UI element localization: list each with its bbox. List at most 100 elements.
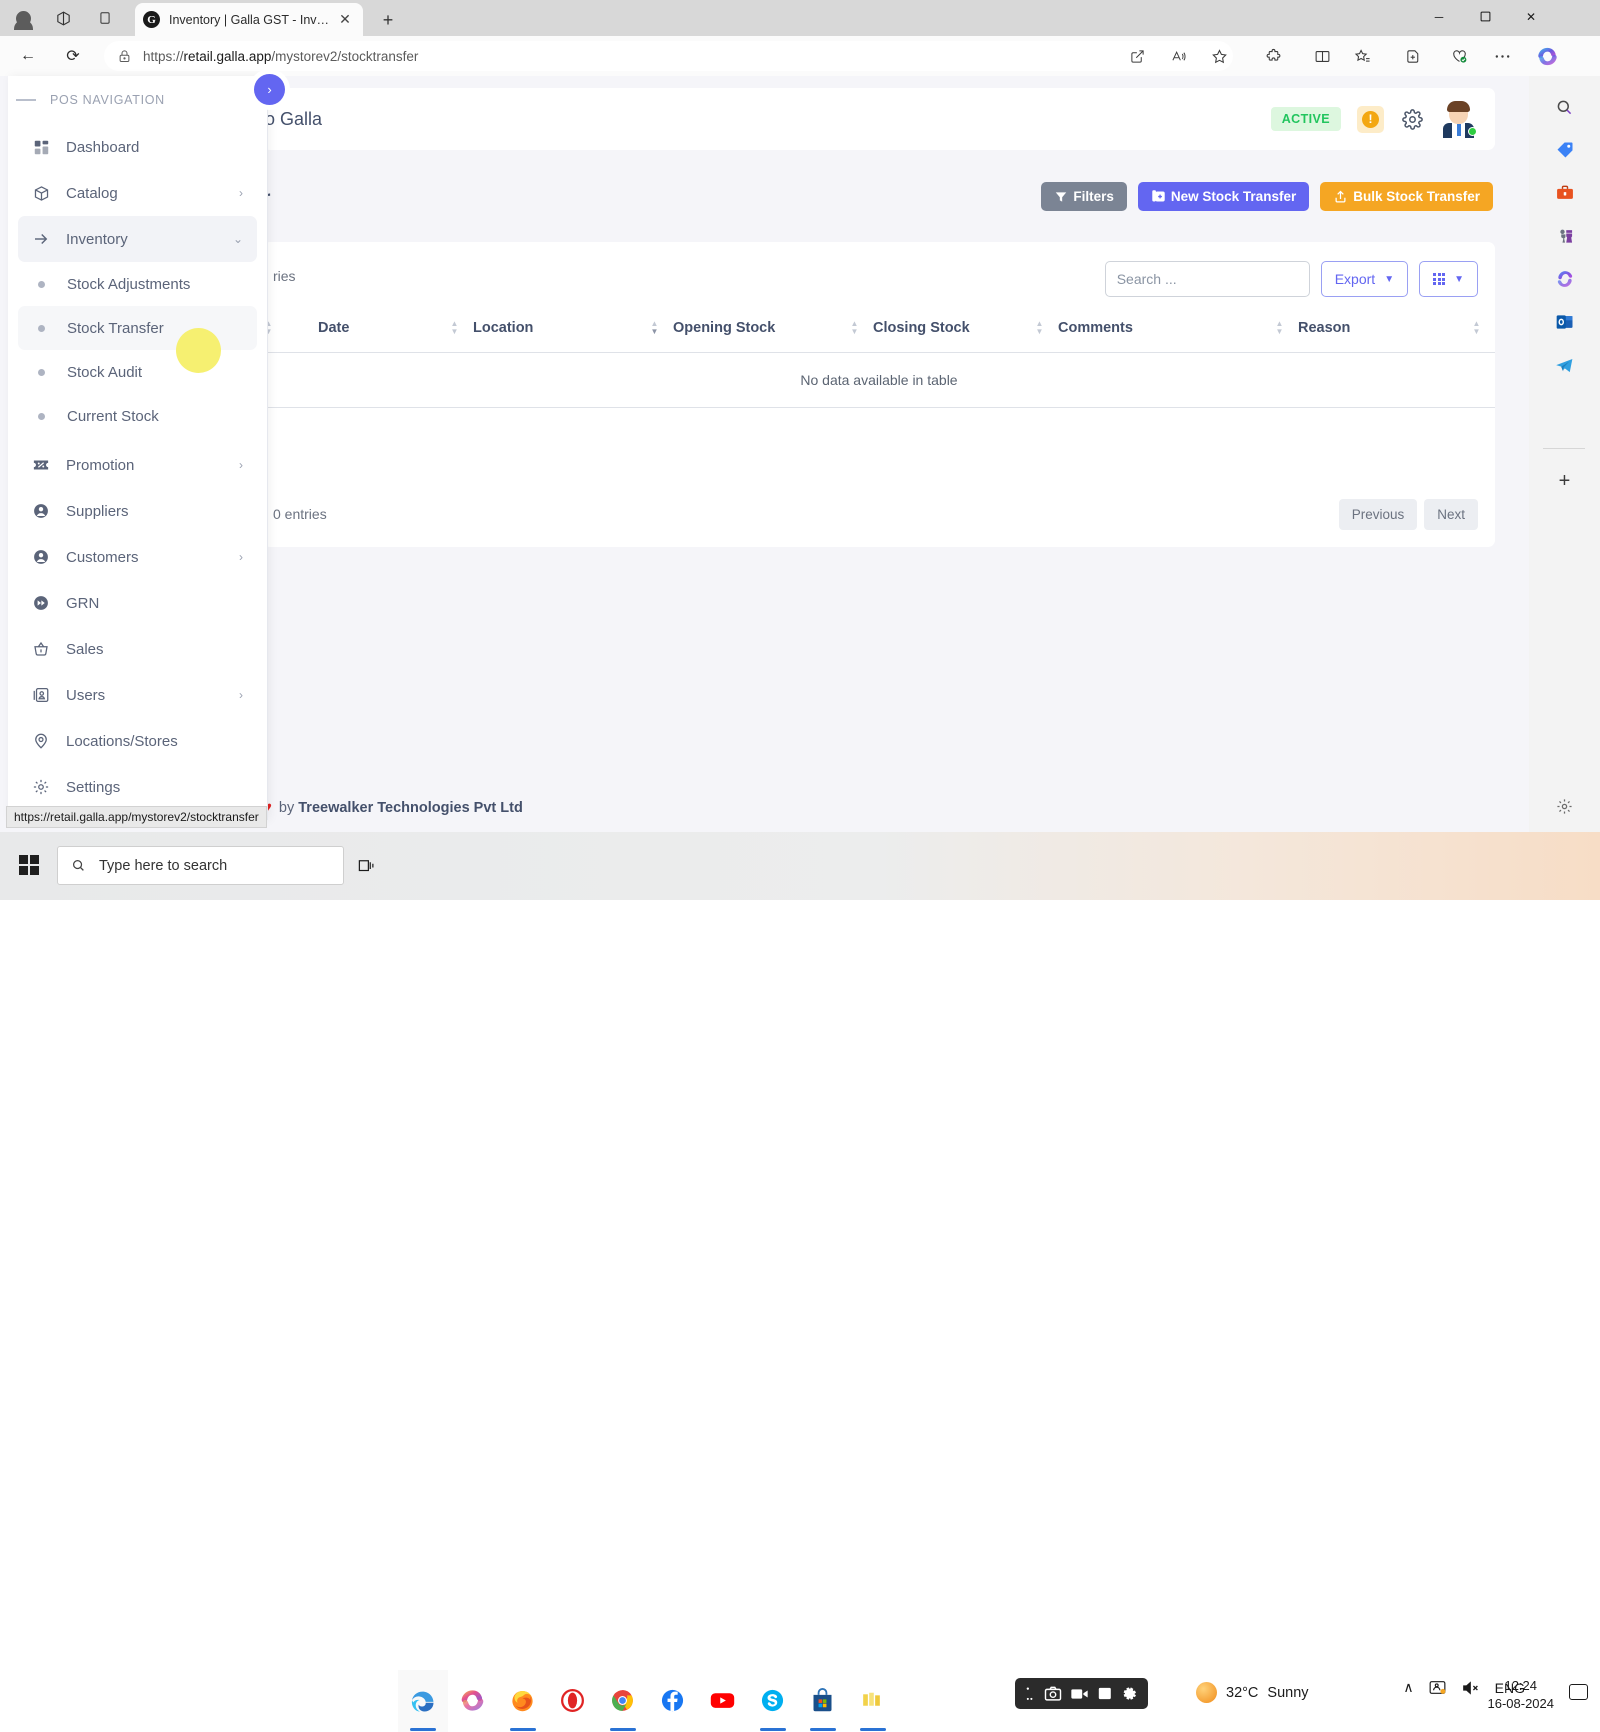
back-button[interactable]: ←: [13, 41, 43, 71]
filters-button[interactable]: Filters: [1041, 182, 1127, 211]
browser-essentials-icon[interactable]: [1447, 44, 1471, 68]
col-reason[interactable]: Reason ▲ ▼: [1298, 314, 1495, 353]
taskbar-search[interactable]: Type here to search: [57, 846, 344, 885]
onedrive-icon[interactable]: [1428, 1679, 1447, 1696]
arrow-right-icon: [30, 228, 52, 250]
split-screen-icon[interactable]: [1310, 44, 1334, 68]
sidebar-item-inventory[interactable]: Inventory ⌄: [18, 216, 257, 262]
sidebar-toggle-button[interactable]: ›: [254, 74, 285, 105]
window-maximize-button[interactable]: [1462, 0, 1508, 33]
outlook-icon[interactable]: [1552, 309, 1578, 335]
export-button[interactable]: Export ▼: [1320, 261, 1409, 297]
capture-more-icon[interactable]: [1025, 1686, 1036, 1702]
col-closing-stock[interactable]: Closing Stock ▲ ▼: [873, 314, 1058, 353]
card-controls: ries Export ▼ ▼: [263, 242, 1495, 314]
favorite-star-icon[interactable]: [1207, 44, 1231, 68]
taskbar-app-edge[interactable]: [398, 1670, 448, 1732]
search-input[interactable]: [1104, 261, 1310, 297]
add-icon[interactable]: +: [1552, 468, 1578, 494]
sidebar-item-locations-stores[interactable]: Locations/Stores: [18, 718, 257, 764]
workspaces-icon[interactable]: [48, 3, 78, 33]
tools-icon[interactable]: [1552, 180, 1578, 206]
sidebar-item-grn[interactable]: GRN: [18, 580, 257, 626]
profile-icon[interactable]: [8, 3, 38, 33]
next-page-button[interactable]: Next: [1424, 499, 1478, 530]
col-opening-stock[interactable]: Opening Stock ▲ ▼: [673, 314, 873, 353]
telegram-icon[interactable]: [1552, 352, 1578, 378]
shopping-tag-icon[interactable]: [1552, 137, 1578, 163]
taskbar-app-firefox[interactable]: [498, 1670, 548, 1732]
sidebar-item-customers[interactable]: Customers ›: [18, 534, 257, 580]
gear-icon[interactable]: [1400, 107, 1424, 131]
sort-icon: ▲ ▼: [450, 319, 459, 337]
sidebar-subitem-current-stock[interactable]: Current Stock: [18, 394, 257, 438]
settings-icon[interactable]: [1122, 1686, 1138, 1702]
col-leading-sort[interactable]: ▲ ▼: [263, 314, 318, 353]
sidebar-settings-icon[interactable]: [1553, 794, 1577, 818]
taskbar-app-skype[interactable]: [748, 1670, 798, 1732]
notifications-icon[interactable]: [1569, 1684, 1588, 1700]
sidebar-item-users[interactable]: Users ›: [18, 672, 257, 718]
read-aloud-icon[interactable]: [1166, 44, 1190, 68]
avatar[interactable]: [1440, 100, 1477, 138]
tab-close-icon[interactable]: ✕: [335, 10, 355, 30]
col-opening-stock-label: Opening Stock: [673, 320, 776, 337]
taskbar-app-facebook[interactable]: [648, 1670, 698, 1732]
new-tab-button[interactable]: +: [375, 8, 401, 32]
reload-button[interactable]: ⟳: [58, 41, 88, 71]
taskbar-clock[interactable]: 12:24 16-08-2024: [1488, 1677, 1555, 1712]
taskbar-app-copilot[interactable]: [448, 1670, 498, 1732]
settings-more-icon[interactable]: [1490, 44, 1514, 68]
taskbar-app-opera[interactable]: [548, 1670, 598, 1732]
extensions-icon[interactable]: [1261, 44, 1285, 68]
sidebar-subitem-stock-audit[interactable]: Stock Audit: [18, 350, 257, 394]
bulk-stock-transfer-button[interactable]: Bulk Stock Transfer: [1320, 182, 1493, 211]
new-stock-transfer-button[interactable]: New Stock Transfer: [1137, 182, 1310, 211]
grid-icon: [1433, 273, 1446, 285]
volume-muted-icon[interactable]: [1461, 1680, 1481, 1696]
games-icon[interactable]: [1552, 223, 1578, 249]
tab-actions-icon[interactable]: [90, 3, 120, 33]
add-to-collection-icon[interactable]: [1401, 44, 1425, 68]
microsoft-365-icon[interactable]: [1552, 266, 1578, 292]
copilot-icon[interactable]: [1533, 42, 1561, 70]
browser-tab[interactable]: G Inventory | Galla GST - Inventory ✕: [135, 3, 363, 36]
open-in-app-icon[interactable]: [1125, 44, 1149, 68]
card-footer: 0 entries Previous Next: [263, 487, 1495, 547]
edge-icon: [409, 1687, 437, 1715]
task-view-icon[interactable]: [353, 854, 379, 878]
new-stock-transfer-label: New Stock Transfer: [1170, 189, 1297, 204]
col-location[interactable]: Location ▲ ▼: [473, 314, 673, 353]
tray-chevron-up-icon[interactable]: ∧: [1403, 1679, 1413, 1696]
video-icon[interactable]: [1070, 1687, 1089, 1701]
sidebar-item-dashboard[interactable]: Dashboard: [18, 124, 257, 170]
search-icon[interactable]: [1552, 94, 1578, 120]
taskbar-app-other[interactable]: [848, 1670, 898, 1732]
copilot-icon: [459, 1687, 487, 1715]
collections-icon[interactable]: [1350, 44, 1374, 68]
address-bar[interactable]: https://retail.galla.app/mystorev2/stock…: [104, 41, 1233, 71]
opera-icon: [559, 1687, 587, 1715]
sidebar-item-promotion[interactable]: Promotion ›: [18, 442, 257, 488]
camera-icon[interactable]: [1044, 1686, 1062, 1701]
col-comments[interactable]: Comments ▲ ▼: [1058, 314, 1298, 353]
sidebar-subitem-stock-adjustments[interactable]: Stock Adjustments: [18, 262, 257, 306]
previous-page-button[interactable]: Previous: [1338, 499, 1418, 530]
taskbar-app-microsoft-store[interactable]: [798, 1670, 848, 1732]
sidebar-item-settings[interactable]: Settings: [18, 764, 257, 810]
sidebar-subitem-stock-transfer[interactable]: Stock Transfer: [18, 306, 257, 350]
sidebar-item-suppliers[interactable]: Suppliers: [18, 488, 257, 534]
weather-widget[interactable]: 32°C Sunny: [1196, 1682, 1309, 1703]
col-date[interactable]: Date ▲ ▼: [318, 314, 473, 353]
window-close-button[interactable]: ✕: [1508, 0, 1554, 33]
entries-info: 0 entries: [273, 506, 327, 522]
window-minimize-button[interactable]: ─: [1416, 0, 1462, 33]
start-button[interactable]: [10, 846, 48, 884]
taskbar-app-chrome[interactable]: [598, 1670, 648, 1732]
sidebar-item-catalog[interactable]: Catalog ›: [18, 170, 257, 216]
warning-button[interactable]: !: [1357, 105, 1384, 133]
taskbar-app-youtube[interactable]: [698, 1670, 748, 1732]
sidebar-item-sales[interactable]: Sales: [18, 626, 257, 672]
window-icon[interactable]: [1098, 1686, 1114, 1701]
column-visibility-button[interactable]: ▼: [1419, 261, 1478, 297]
